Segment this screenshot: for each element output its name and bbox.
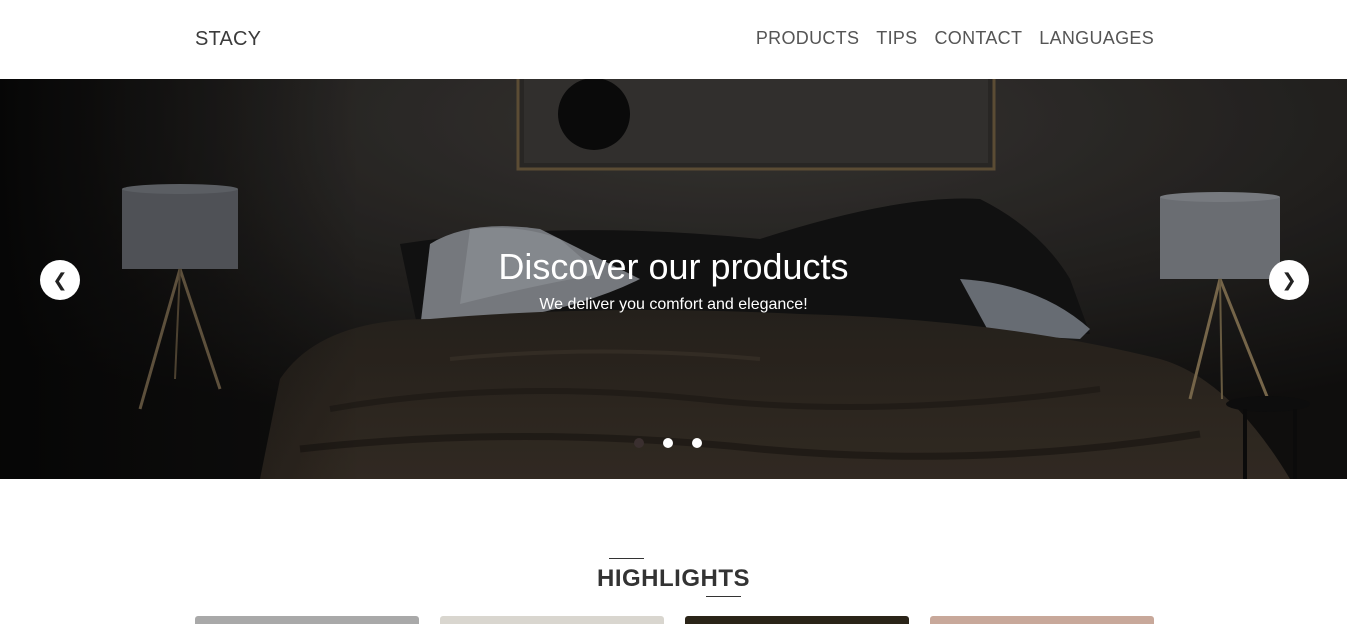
highlights-divider-bottom (706, 596, 741, 597)
chevron-left-icon: ❮ (52, 269, 68, 291)
carousel-dot-2[interactable] (663, 438, 673, 448)
highlights-divider-top (609, 558, 644, 559)
highlight-card-1[interactable] (195, 616, 419, 624)
hero-title: Discover our products (498, 246, 849, 287)
hero-subtitle: We deliver you comfort and elegance! (539, 296, 808, 313)
hero-carousel: Discover our products We deliver you com… (0, 79, 1347, 479)
nav-link-contact[interactable]: CONTACT (935, 28, 1023, 49)
highlights-cards (195, 616, 1154, 624)
site-header: STACY PRODUCTS TIPS CONTACT LANGUAGES (0, 0, 1347, 79)
nav-link-products[interactable]: PRODUCTS (756, 28, 859, 49)
highlight-card-3[interactable] (685, 616, 909, 624)
carousel-indicators (634, 438, 702, 448)
highlight-card-4[interactable] (930, 616, 1154, 624)
chevron-right-icon: ❯ (1281, 269, 1297, 291)
main-nav: PRODUCTS TIPS CONTACT LANGUAGES (756, 28, 1154, 49)
brand-logo-link[interactable]: STACY (195, 28, 261, 51)
highlight-card-2[interactable] (440, 616, 664, 624)
highlights-heading: HIGHLIGHTS (597, 565, 750, 592)
carousel-dot-3[interactable] (692, 438, 702, 448)
carousel-next-button[interactable]: ❯ (1269, 260, 1309, 300)
carousel-dot-1[interactable] (634, 438, 644, 448)
nav-link-tips[interactable]: TIPS (876, 28, 917, 49)
nav-link-languages[interactable]: LANGUAGES (1039, 28, 1154, 49)
carousel-prev-button[interactable]: ❮ (40, 260, 80, 300)
